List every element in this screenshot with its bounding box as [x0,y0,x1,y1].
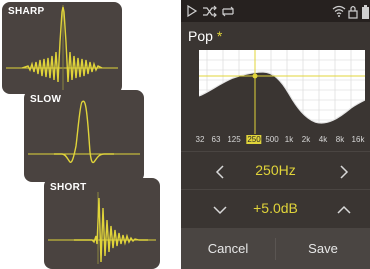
equalizer-screen: Pop * 32 63 125 250 500 1k 2k 4k 8k 16k … [181,0,370,269]
frequency-axis: 32 63 125 250 500 1k 2k 4k 8k 16k [193,134,370,146]
battery-icon [362,5,369,19]
frequency-selector: 250Hz [181,151,370,192]
freq-label[interactable]: 125 [227,135,240,144]
wifi-icon [332,5,346,17]
repeat-icon[interactable] [222,6,234,17]
card-title-slow: SLOW [30,94,62,105]
filter-card-short[interactable]: SHORT [44,178,160,269]
freq-label[interactable]: 63 [212,135,221,144]
gain-selector: +5.0dB [181,189,370,230]
freq-label[interactable]: 500 [265,135,278,144]
cancel-button[interactable]: Cancel [181,228,275,269]
freq-label[interactable]: 8k [336,135,344,144]
preset-name: Pop [188,28,213,44]
freq-label[interactable]: 1k [285,135,293,144]
freq-label[interactable]: 4k [319,135,327,144]
play-icon[interactable] [187,4,198,18]
preset-title: Pop * [188,28,222,44]
status-bar [181,0,370,22]
filter-card-sharp[interactable]: SHARP [2,2,122,94]
shuffle-icon[interactable] [203,5,217,18]
lock-icon [348,5,358,19]
eq-curve-graph[interactable] [199,50,365,134]
save-button[interactable]: Save [276,228,370,269]
card-title-short: SHORT [50,182,87,193]
freq-label[interactable]: 2k [302,135,310,144]
chevron-up-icon[interactable] [330,196,358,224]
freq-label[interactable]: 32 [196,135,205,144]
freq-label-selected[interactable]: 250 [246,135,262,144]
action-bar: Cancel Save [181,228,370,269]
card-title-sharp: SHARP [8,6,45,17]
eq-band-handle[interactable] [252,73,258,79]
modified-marker: * [216,28,223,44]
chevron-right-icon[interactable] [330,158,358,186]
filter-card-slow[interactable]: SLOW [24,90,144,182]
freq-label[interactable]: 16k [352,135,365,144]
